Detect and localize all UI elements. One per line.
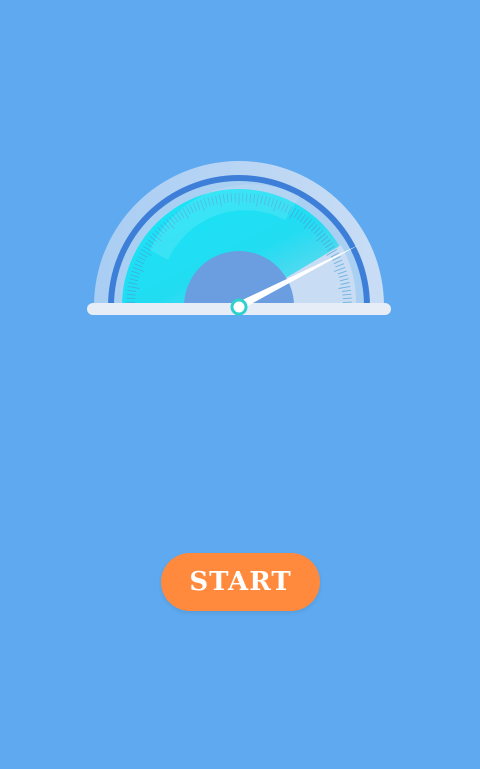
speed-gauge bbox=[0, 0, 480, 340]
needle-pivot bbox=[230, 298, 248, 316]
speed-gauge-graphic bbox=[87, 161, 391, 316]
start-button[interactable]: START bbox=[161, 553, 320, 611]
gauge-tick bbox=[342, 297, 352, 300]
gauge-tick bbox=[126, 297, 136, 300]
